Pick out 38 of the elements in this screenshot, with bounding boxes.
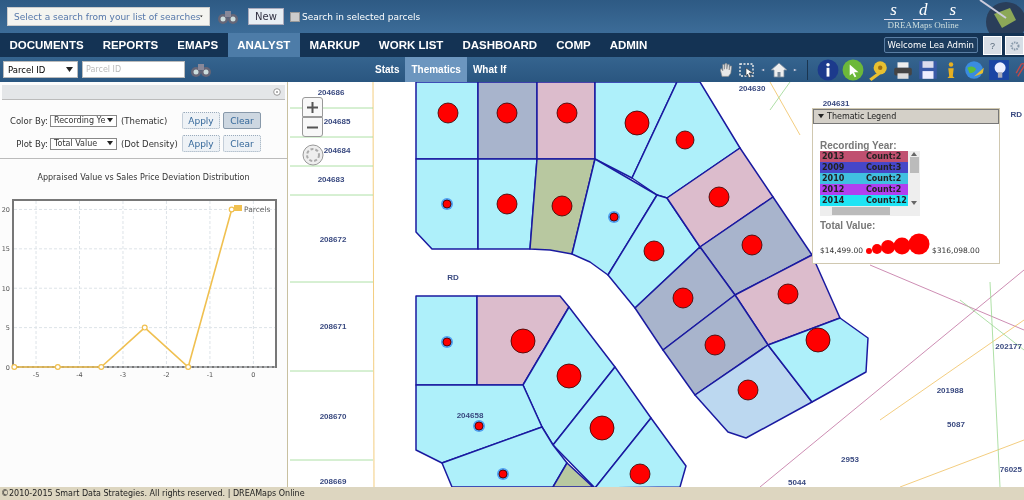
parcel-label: 204630 [738,84,766,93]
parcel-label: 204686 [317,88,345,97]
legend-section-title: Recording Year: [820,140,897,151]
parcel-label: 208670 [319,412,347,421]
parcel-label: 204658 [456,411,484,420]
mode-label: (Thematic) [121,115,169,126]
checkbox-label: Search in selected parcels [302,11,421,22]
parcel-label: RD [447,273,459,282]
logo-letter: d [912,1,934,20]
welcome-label: Welcome Lea Admin [883,37,978,53]
parcel-label: 2953 [841,455,859,464]
legend-entry: 2009 Count:3 [820,162,908,173]
legend-entry: 2010 Count:2 [820,173,908,184]
chart-title: Appraised Value vs Sales Price Deviation Distribution [36,173,251,182]
parcel-label: 204684 [323,146,351,155]
parcel-label: 5044 [788,478,806,487]
parcel-label: 201988 [936,386,964,395]
logo-letter: s [884,1,903,20]
parcel-label: 202177 [995,342,1022,351]
form-label: Plot By: [15,138,48,149]
parcel-label: 76025 [999,465,1022,474]
parcel-label: 204631 [822,99,850,108]
form-label: Color By: [9,115,48,126]
legend-entry: 2014 Count:12 [820,195,908,206]
parcel-label: RD [1010,110,1022,119]
logo-letter: s [943,1,962,20]
logo-subtitle: DREAMaps Online [887,20,959,30]
legend-entry: 2012 Count:2 [820,184,908,195]
parcel-label: 208669 [319,477,347,486]
parcel-label: 204685 [323,117,351,126]
legend-section-title: Total Value: [820,220,877,231]
mode-label: (Dot Density) [121,138,179,149]
parcel-label: 208672 [319,235,347,244]
parcel-label: 204683 [317,175,345,184]
footer-text: ©2010-2015 Smart Data Strategies. All rights reserved. | DREAMaps Online [0,487,1024,500]
parcel-label: 208671 [319,322,347,331]
parcel-label: 5087 [947,420,965,429]
legend-entry: 2013 Count:2 [820,151,908,162]
